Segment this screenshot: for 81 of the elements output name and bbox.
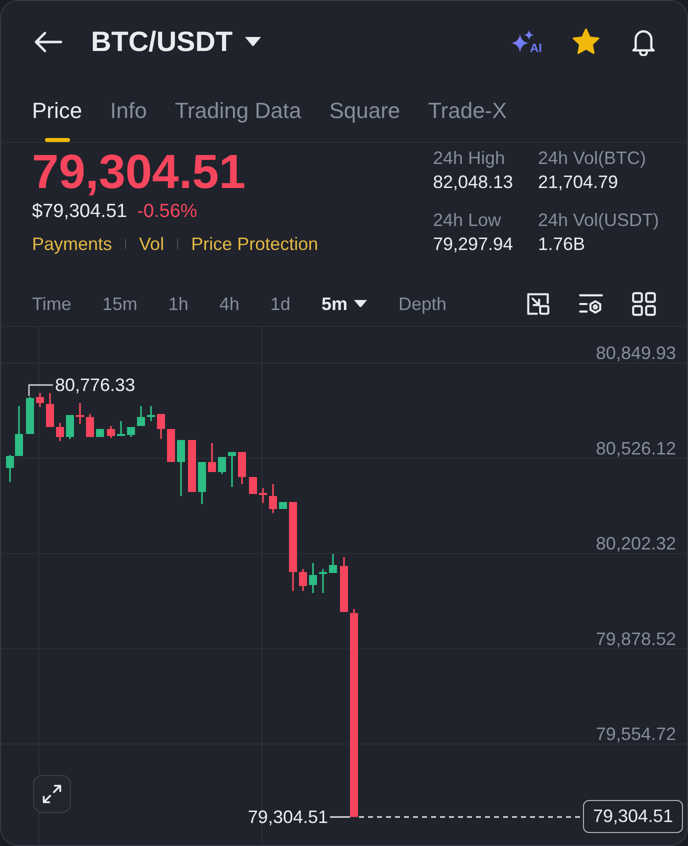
feature-tag[interactable]: Price Protection [191, 232, 318, 256]
tab[interactable]: Price [32, 96, 82, 142]
expand-icon [41, 783, 63, 805]
interval-tab[interactable]: Time [32, 292, 72, 316]
axis-label: 79,878.52 [596, 628, 676, 649]
stat-label: 24h Vol(USDT) [538, 209, 659, 232]
stat-value: 82,048.13 [432, 171, 514, 194]
candlestick [177, 440, 185, 496]
tab[interactable]: Info [110, 96, 147, 142]
bell-icon [630, 28, 657, 56]
candlestick [117, 421, 125, 436]
candlestick [26, 397, 34, 434]
tab[interactable]: Trading Data [174, 96, 302, 142]
leader-line [28, 384, 53, 396]
tab[interactable]: Square [329, 96, 400, 142]
axis-label: 80,202.32 [596, 534, 676, 554]
candlestick [36, 393, 44, 407]
stat-label: 24h Low [432, 209, 502, 232]
notification-button[interactable] [630, 28, 657, 56]
caret-icon [244, 36, 261, 46]
candlestick [319, 569, 327, 593]
candlestick [340, 557, 348, 612]
candlestick [157, 414, 165, 439]
interval-tab[interactable]: 1h [168, 292, 188, 316]
arrow-left-icon [33, 30, 63, 52]
stat-label: 24h Vol(BTC) [538, 147, 647, 170]
square-arrow-icon [525, 290, 551, 316]
candlestick [86, 414, 94, 437]
candlestick [269, 484, 277, 513]
last-price-label: 79,304.51 [248, 807, 328, 827]
candlestick [167, 429, 175, 462]
interval-tab[interactable]: 5m [321, 292, 368, 316]
candlestick [137, 406, 145, 426]
back-button[interactable] [33, 30, 63, 52]
candlestick [259, 488, 267, 503]
ai-button[interactable]: AI [510, 30, 542, 54]
last-price: 79,304.51 [32, 146, 246, 200]
usd-price: $79,304.51 [32, 200, 128, 224]
interval-tab[interactable]: Depth [398, 292, 447, 316]
axis-label: 80,849.93 [596, 343, 676, 363]
stat-value: 1.76B [538, 233, 586, 256]
stat-value: 21,704.79 [538, 171, 620, 194]
candlestick [228, 452, 236, 487]
candlestick [208, 443, 216, 472]
pair-selector[interactable]: BTC/USDT [91, 24, 261, 58]
candlestick [127, 427, 135, 437]
candlestick [238, 452, 246, 484]
axis-label: 79,554.72 [596, 724, 676, 744]
interval-tab[interactable]: 1d [270, 292, 290, 316]
candlestick [56, 423, 64, 441]
caret-icon [354, 300, 368, 308]
candlestick [218, 457, 226, 474]
feature-tag[interactable]: Vol [139, 232, 164, 256]
star-icon[interactable] [572, 28, 600, 55]
grid-icon [631, 290, 657, 316]
candlestick [46, 393, 54, 427]
feature-tag[interactable]: Payments [32, 232, 112, 256]
interval-tab[interactable]: 4h [219, 292, 240, 316]
candlestick [198, 462, 206, 504]
axis-label: 80,526.12 [596, 438, 676, 458]
candlestick [329, 554, 337, 573]
high-price-label: 80,776.33 [55, 375, 136, 395]
candlestick [309, 563, 317, 593]
candlestick [147, 406, 155, 421]
candlestick [96, 429, 104, 437]
chart-tool-button[interactable] [525, 290, 551, 316]
tab[interactable]: Trade-X [428, 96, 507, 142]
candlestick [107, 426, 115, 438]
interval-tab[interactable]: 15m [102, 292, 138, 316]
price-tag: 79,304.51 [583, 800, 683, 833]
price-change: -0.56% [137, 200, 198, 224]
chart-tool-button[interactable] [631, 290, 657, 316]
candlestick [76, 403, 84, 424]
candlestick [249, 477, 257, 494]
stat-value: 79,297.94 [432, 233, 514, 256]
stat-label: 24h High [432, 147, 506, 170]
candlestick [66, 415, 74, 439]
candlestick [188, 440, 196, 492]
candlestick [299, 569, 307, 591]
expand-button[interactable] [33, 775, 71, 813]
candlestick [279, 502, 287, 509]
